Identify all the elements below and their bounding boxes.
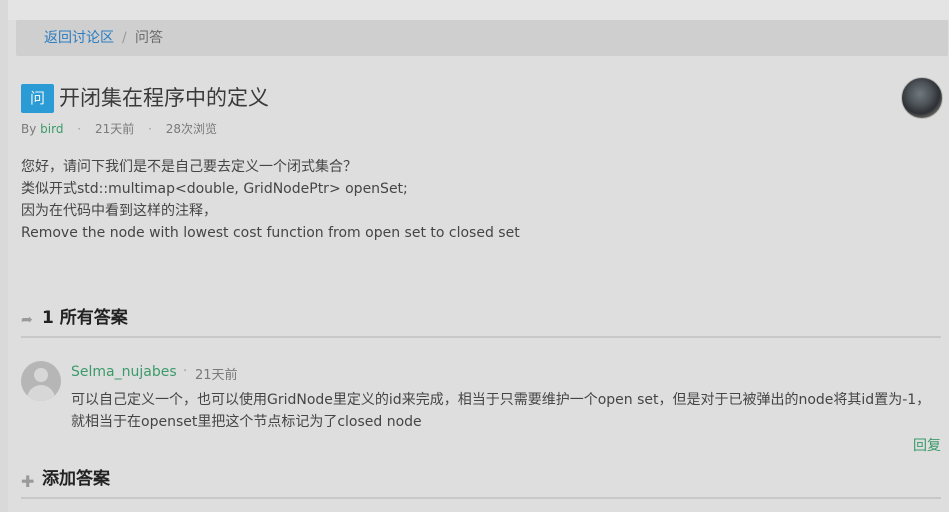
answers-section-header: ➦ 1 所有答案: [21, 306, 941, 338]
question-views: 28次浏览: [165, 122, 217, 136]
question-body: 您好，请问下我们是不是自己要去定义一个闭式集合？ 类似开式std::multim…: [21, 156, 520, 244]
question-body-line: 因为在代码中看到这样的注释，: [21, 203, 217, 219]
add-answer-section-header: ✚ 添加答案: [21, 467, 941, 499]
answer-text: 可以自己定义一个，也可以使用GridNode里定义的id来完成，相当于只需要维护…: [71, 392, 931, 430]
plus-icon: ✚: [21, 472, 35, 491]
page-top-strip: [8, 0, 949, 20]
by-label: By: [21, 122, 37, 136]
answer-avatar[interactable]: [21, 361, 61, 401]
question-title: 开闭集在程序中的定义: [59, 86, 269, 110]
question-body-line: 您好，请问下我们是不是自己要去定义一个闭式集合？: [21, 159, 357, 175]
breadcrumb-separator: /: [122, 30, 127, 46]
breadcrumb-current: 问答: [135, 30, 163, 46]
author-avatar[interactable]: [901, 77, 943, 119]
question-badge: 问: [21, 84, 54, 113]
share-arrow-icon: ➦: [21, 312, 33, 328]
avatar-head-shape: [34, 368, 48, 382]
answer-body: 可以自己定义一个，也可以使用GridNode里定义的id来完成，相当于只需要维护…: [71, 389, 941, 433]
question-time: 21天前: [94, 122, 135, 136]
back-to-forum-link[interactable]: 返回讨论区: [44, 20, 114, 56]
question-body-line: Remove the node with lowest cost functio…: [21, 225, 520, 241]
reply-link[interactable]: 回复: [913, 435, 941, 455]
page-container: 返回讨论区 / 问答 问 开闭集在程序中的定义 By bird · 21天前 ·…: [8, 0, 949, 512]
question-author-link[interactable]: bird: [40, 122, 63, 136]
meta-dot: ·: [77, 122, 82, 136]
question-body-line: 类似开式std::multimap<double, GridNodePtr> o…: [21, 181, 408, 197]
meta-dot: ·: [148, 122, 152, 136]
breadcrumb: 返回讨论区 / 问答: [16, 20, 948, 56]
answer-author-link[interactable]: Selma_nujabes: [71, 364, 177, 380]
answer-meta-dot: ·: [183, 364, 188, 379]
answers-section-title: 1 所有答案: [42, 308, 128, 328]
question-meta: By bird · 21天前 · 28次浏览: [21, 120, 217, 138]
answer-time: 21天前: [195, 368, 238, 383]
add-answer-title: 添加答案: [42, 469, 110, 489]
avatar-body-shape: [27, 385, 55, 401]
